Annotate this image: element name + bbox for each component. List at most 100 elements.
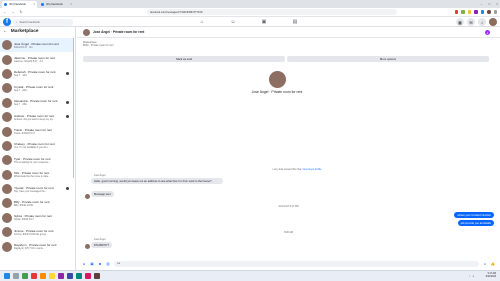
conversation-text: Billy · Private room for rent Billy: 8/6/… bbox=[14, 200, 72, 207]
conversation-item[interactable]: Travis · Private room for rent Travis: 8/… bbox=[0, 124, 74, 138]
tab-label: (31) Facebook bbox=[9, 2, 26, 6]
like-icon[interactable]: 👍 bbox=[491, 262, 495, 266]
app-icon[interactable] bbox=[94, 273, 100, 279]
view-profile-link[interactable]: View buyer profile bbox=[302, 168, 321, 171]
back-icon[interactable]: ← bbox=[3, 10, 7, 14]
message-input[interactable]: Aa bbox=[114, 260, 479, 267]
conversation-item[interactable]: Crystal · Private room for rent Sep 7 · 2… bbox=[0, 81, 74, 95]
extension-icon[interactable] bbox=[467, 10, 471, 14]
conversation-text: Crystal · Private room for rent Sep 7 · 2… bbox=[14, 85, 72, 92]
home-icon[interactable]: ⌂ bbox=[198, 18, 206, 26]
app-icon[interactable] bbox=[58, 273, 64, 279]
incoming-message[interactable]: Hello, good morning, would you leave me … bbox=[91, 178, 223, 185]
avatar bbox=[2, 212, 12, 223]
messenger-icon[interactable]: ✉ bbox=[467, 18, 475, 26]
close-icon[interactable]: × bbox=[70, 3, 72, 6]
clock[interactable]: 9:17 AM 8/21/2024 bbox=[486, 273, 496, 279]
conversation-item[interactable]: Sylvia · Private room for rent Sylvia: 8/… bbox=[0, 211, 74, 225]
conversation-item[interactable]: Jimmie · Private room for rent Jimmie: 8/… bbox=[0, 225, 74, 239]
outgoing-message[interactable]: will provide you all details bbox=[457, 220, 494, 227]
contact-avatar[interactable] bbox=[83, 28, 90, 36]
friends-icon[interactable]: ☺ bbox=[229, 18, 237, 26]
extensions-area bbox=[454, 10, 497, 14]
conversation-text: Jimmie · Private room for rent Jimmie: 8/… bbox=[14, 229, 72, 236]
sticker-icon[interactable]: ☻ bbox=[98, 262, 102, 266]
emoji-icon[interactable]: ☺ bbox=[483, 262, 487, 266]
reload-icon[interactable]: ↻ bbox=[19, 10, 23, 14]
conversation-item[interactable]: José Ángel · Private room for rent 6/11/2… bbox=[0, 38, 74, 53]
conversation-item[interactable]: Tyler · Private room for rent This is wai… bbox=[0, 153, 74, 167]
app-icon[interactable] bbox=[22, 273, 28, 279]
window-controls: – □ × bbox=[481, 0, 498, 8]
image-icon[interactable]: ▣ bbox=[90, 262, 94, 266]
conversation-item[interactable]: Andrew · Private room for rent Andrew: di… bbox=[0, 110, 74, 124]
extension-icon[interactable] bbox=[474, 10, 478, 14]
avatar bbox=[2, 140, 12, 151]
sidebar-header: ← Marketplace bbox=[0, 27, 75, 36]
info-icon[interactable]: i bbox=[485, 30, 490, 35]
incoming-message[interactable]: Message sent bbox=[91, 191, 114, 198]
groups-icon[interactable]: ▤ bbox=[291, 18, 299, 26]
volume-icon[interactable]: ◖ bbox=[472, 274, 474, 278]
close-window-icon[interactable]: × bbox=[496, 2, 498, 6]
conversation-item[interactable]: Kirk · Private room for rent What would b… bbox=[0, 168, 74, 182]
menu-icon[interactable] bbox=[493, 10, 497, 14]
menu-grid-icon[interactable]: ▦ bbox=[456, 18, 464, 26]
extension-icon[interactable] bbox=[480, 10, 484, 14]
mark-as-sold-button[interactable]: Mark as sold bbox=[83, 56, 285, 62]
conversation-text: Deborah · Private room for rent Sep 7 · 1… bbox=[14, 70, 72, 77]
conversation-item[interactable]: Billy · Private room for rent Billy: 8/6/… bbox=[0, 196, 74, 210]
maximize-icon[interactable]: □ bbox=[488, 2, 490, 6]
minimize-icon[interactable]: – bbox=[481, 2, 483, 6]
conversation-item[interactable]: Jasmine · Private room for rent Jasmine: … bbox=[0, 52, 74, 66]
app-icon[interactable] bbox=[67, 273, 73, 279]
conversation-text: Dayalynn · Private room for rent Dayalynn… bbox=[14, 243, 72, 250]
app-icon[interactable] bbox=[85, 273, 91, 279]
conversation-item[interactable]: Deborah · Private room for rent Sep 7 · 1… bbox=[0, 67, 74, 81]
browser-tab-facebook-2[interactable]: (31) Facebook × bbox=[39, 1, 74, 8]
conversation-item[interactable]: Yiyunik · Private room for rent Hey, have… bbox=[0, 182, 74, 196]
incoming-message[interactable]: 8712807077 bbox=[91, 242, 112, 249]
search-input[interactable]: ⌕ Search Facebook bbox=[13, 18, 73, 26]
more-options-button[interactable]: More options bbox=[287, 56, 489, 62]
forward-icon[interactable]: → bbox=[11, 10, 15, 14]
chat-header-name[interactable]: José Ángel · Private room for rent bbox=[93, 30, 144, 34]
header-actions: ▦ ✉ ♪ bbox=[456, 18, 497, 26]
browser-tab-facebook[interactable]: (31) Facebook × bbox=[2, 0, 37, 8]
start-icon[interactable] bbox=[4, 273, 10, 279]
address-bar[interactable]: facebook.com/messages/t/7430193967377415… bbox=[147, 9, 397, 15]
sidebar-scrollbar[interactable] bbox=[72, 38, 74, 178]
unread-indicator bbox=[66, 71, 69, 75]
gif-icon[interactable]: ▥ bbox=[106, 262, 110, 266]
conversation-text: José Ángel · Private room for rent 6/11/2… bbox=[14, 42, 72, 49]
wifi-icon[interactable]: ◔ bbox=[468, 274, 470, 278]
app-icon[interactable] bbox=[31, 273, 37, 279]
search-icon[interactable] bbox=[13, 273, 19, 279]
conversation-snippet: Sep 7 · 10m bbox=[14, 74, 28, 78]
sender-avatar bbox=[85, 194, 90, 199]
extension-icon[interactable] bbox=[454, 10, 458, 14]
conversation-item[interactable]: Chelsey · Private room for rent Yes, I'm … bbox=[0, 139, 74, 153]
back-arrow-icon[interactable]: ← bbox=[3, 29, 8, 34]
unread-indicator bbox=[66, 100, 69, 104]
folder-icon[interactable] bbox=[49, 273, 55, 279]
app-icon[interactable] bbox=[40, 273, 46, 279]
search-placeholder: Search Facebook bbox=[19, 20, 40, 24]
listing-summary[interactable]: Marketplace $520 · Private room for rent bbox=[83, 41, 114, 48]
notifications-icon[interactable]: ♪ bbox=[478, 18, 486, 26]
close-icon[interactable]: × bbox=[33, 3, 35, 6]
unread-indicator bbox=[66, 186, 69, 190]
conversation-text: Jasmine · Private room for rent Jasmine: … bbox=[14, 56, 72, 63]
mic-icon[interactable]: ● bbox=[82, 262, 86, 266]
outgoing-message[interactable]: where your Contact Number bbox=[454, 212, 494, 219]
marketplace-icon[interactable]: ▣ bbox=[260, 18, 268, 26]
facebook-favicon-icon bbox=[4, 2, 7, 6]
extension-icon[interactable] bbox=[461, 10, 465, 14]
conversation-item[interactable]: Alexandra · Private room for rent Sep 7 ·… bbox=[0, 96, 74, 110]
conversation-item[interactable]: Dayalynn · Private room for rent Dayalynn… bbox=[0, 239, 74, 253]
facebook-logo[interactable]: f bbox=[3, 18, 11, 26]
app-icon[interactable] bbox=[76, 273, 82, 279]
profile-avatar[interactable] bbox=[487, 10, 491, 14]
account-avatar[interactable] bbox=[489, 18, 497, 26]
avatar bbox=[2, 83, 12, 94]
